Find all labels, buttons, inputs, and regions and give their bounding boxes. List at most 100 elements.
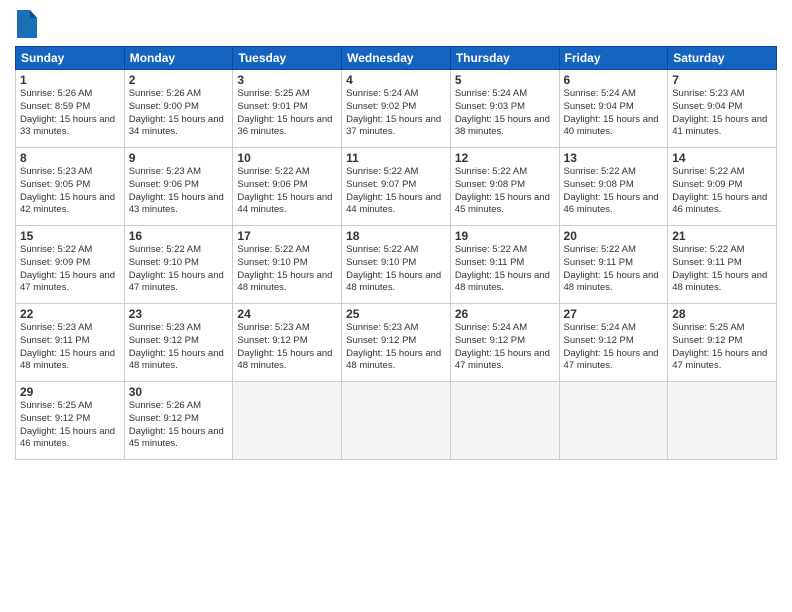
day-info: Sunrise: 5:25 AM Sunset: 9:12 PM Dayligh… [672, 322, 772, 373]
calendar-day-cell: 29 Sunrise: 5:25 AM Sunset: 9:12 PM Dayl… [16, 382, 125, 460]
calendar-week-row: 15 Sunrise: 5:22 AM Sunset: 9:09 PM Dayl… [16, 226, 777, 304]
calendar-day-cell: 6 Sunrise: 5:24 AM Sunset: 9:04 PM Dayli… [559, 70, 668, 148]
day-number: 22 [20, 307, 120, 321]
daylight-label: Daylight: 15 hours and 48 minutes. [20, 348, 115, 372]
sunset-label: Sunset: 9:10 PM [129, 257, 199, 268]
sunrise-label: Sunrise: 5:22 AM [672, 166, 744, 177]
sunset-label: Sunset: 9:12 PM [20, 413, 90, 424]
sunrise-label: Sunrise: 5:22 AM [346, 166, 418, 177]
calendar-day-cell [559, 382, 668, 460]
day-number: 5 [455, 73, 555, 87]
daylight-label: Daylight: 15 hours and 44 minutes. [346, 192, 441, 216]
day-info: Sunrise: 5:23 AM Sunset: 9:12 PM Dayligh… [346, 322, 446, 373]
day-info: Sunrise: 5:23 AM Sunset: 9:05 PM Dayligh… [20, 166, 120, 217]
calendar-day-cell: 30 Sunrise: 5:26 AM Sunset: 9:12 PM Dayl… [124, 382, 233, 460]
daylight-label: Daylight: 15 hours and 37 minutes. [346, 114, 441, 138]
daylight-label: Daylight: 15 hours and 48 minutes. [455, 270, 550, 294]
day-info: Sunrise: 5:22 AM Sunset: 9:11 PM Dayligh… [672, 244, 772, 295]
sunset-label: Sunset: 8:59 PM [20, 101, 90, 112]
weekday-header: Sunday [16, 47, 125, 70]
sunrise-label: Sunrise: 5:24 AM [346, 88, 418, 99]
day-info: Sunrise: 5:24 AM Sunset: 9:04 PM Dayligh… [564, 88, 664, 139]
day-number: 4 [346, 73, 446, 87]
daylight-label: Daylight: 15 hours and 48 minutes. [346, 270, 441, 294]
daylight-label: Daylight: 15 hours and 47 minutes. [20, 270, 115, 294]
day-number: 2 [129, 73, 229, 87]
daylight-label: Daylight: 15 hours and 48 minutes. [237, 348, 332, 372]
day-number: 16 [129, 229, 229, 243]
daylight-label: Daylight: 15 hours and 41 minutes. [672, 114, 767, 138]
calendar-day-cell: 16 Sunrise: 5:22 AM Sunset: 9:10 PM Dayl… [124, 226, 233, 304]
sunrise-label: Sunrise: 5:22 AM [20, 244, 92, 255]
daylight-label: Daylight: 15 hours and 48 minutes. [129, 348, 224, 372]
day-info: Sunrise: 5:22 AM Sunset: 9:09 PM Dayligh… [20, 244, 120, 295]
calendar-day-cell: 3 Sunrise: 5:25 AM Sunset: 9:01 PM Dayli… [233, 70, 342, 148]
calendar-day-cell: 18 Sunrise: 5:22 AM Sunset: 9:10 PM Dayl… [342, 226, 451, 304]
day-number: 26 [455, 307, 555, 321]
calendar-day-cell: 11 Sunrise: 5:22 AM Sunset: 9:07 PM Dayl… [342, 148, 451, 226]
calendar-day-cell: 20 Sunrise: 5:22 AM Sunset: 9:11 PM Dayl… [559, 226, 668, 304]
calendar-week-row: 29 Sunrise: 5:25 AM Sunset: 9:12 PM Dayl… [16, 382, 777, 460]
sunrise-label: Sunrise: 5:22 AM [564, 166, 636, 177]
sunrise-label: Sunrise: 5:22 AM [672, 244, 744, 255]
sunrise-label: Sunrise: 5:22 AM [237, 244, 309, 255]
day-number: 3 [237, 73, 337, 87]
calendar-day-cell [233, 382, 342, 460]
day-info: Sunrise: 5:22 AM Sunset: 9:07 PM Dayligh… [346, 166, 446, 217]
sunset-label: Sunset: 9:01 PM [237, 101, 307, 112]
sunset-label: Sunset: 9:12 PM [129, 413, 199, 424]
day-info: Sunrise: 5:23 AM Sunset: 9:12 PM Dayligh… [237, 322, 337, 373]
sunrise-label: Sunrise: 5:23 AM [20, 166, 92, 177]
day-number: 7 [672, 73, 772, 87]
weekday-header: Monday [124, 47, 233, 70]
day-number: 13 [564, 151, 664, 165]
sunrise-label: Sunrise: 5:24 AM [455, 322, 527, 333]
day-number: 23 [129, 307, 229, 321]
sunset-label: Sunset: 9:11 PM [564, 257, 634, 268]
daylight-label: Daylight: 15 hours and 44 minutes. [237, 192, 332, 216]
day-number: 11 [346, 151, 446, 165]
day-number: 21 [672, 229, 772, 243]
sunset-label: Sunset: 9:08 PM [455, 179, 525, 190]
daylight-label: Daylight: 15 hours and 36 minutes. [237, 114, 332, 138]
calendar-week-row: 8 Sunrise: 5:23 AM Sunset: 9:05 PM Dayli… [16, 148, 777, 226]
sunrise-label: Sunrise: 5:22 AM [455, 244, 527, 255]
sunset-label: Sunset: 9:12 PM [129, 335, 199, 346]
daylight-label: Daylight: 15 hours and 48 minutes. [672, 270, 767, 294]
day-info: Sunrise: 5:22 AM Sunset: 9:10 PM Dayligh… [237, 244, 337, 295]
sunset-label: Sunset: 9:04 PM [564, 101, 634, 112]
weekday-row: SundayMondayTuesdayWednesdayThursdayFrid… [16, 47, 777, 70]
sunset-label: Sunset: 9:11 PM [672, 257, 742, 268]
sunrise-label: Sunrise: 5:23 AM [129, 166, 201, 177]
sunset-label: Sunset: 9:03 PM [455, 101, 525, 112]
daylight-label: Daylight: 15 hours and 47 minutes. [672, 348, 767, 372]
sunset-label: Sunset: 9:09 PM [20, 257, 90, 268]
calendar-body: 1 Sunrise: 5:26 AM Sunset: 8:59 PM Dayli… [16, 70, 777, 460]
day-number: 28 [672, 307, 772, 321]
day-info: Sunrise: 5:24 AM Sunset: 9:02 PM Dayligh… [346, 88, 446, 139]
sunset-label: Sunset: 9:06 PM [237, 179, 307, 190]
day-info: Sunrise: 5:24 AM Sunset: 9:12 PM Dayligh… [564, 322, 664, 373]
day-number: 19 [455, 229, 555, 243]
calendar-page: SundayMondayTuesdayWednesdayThursdayFrid… [0, 0, 792, 612]
day-info: Sunrise: 5:23 AM Sunset: 9:11 PM Dayligh… [20, 322, 120, 373]
day-number: 10 [237, 151, 337, 165]
day-info: Sunrise: 5:22 AM Sunset: 9:09 PM Dayligh… [672, 166, 772, 217]
day-info: Sunrise: 5:22 AM Sunset: 9:08 PM Dayligh… [564, 166, 664, 217]
daylight-label: Daylight: 15 hours and 42 minutes. [20, 192, 115, 216]
calendar-day-cell: 12 Sunrise: 5:22 AM Sunset: 9:08 PM Dayl… [450, 148, 559, 226]
calendar-day-cell [342, 382, 451, 460]
day-number: 9 [129, 151, 229, 165]
calendar-day-cell: 27 Sunrise: 5:24 AM Sunset: 9:12 PM Dayl… [559, 304, 668, 382]
calendar-header: SundayMondayTuesdayWednesdayThursdayFrid… [16, 47, 777, 70]
sunrise-label: Sunrise: 5:23 AM [129, 322, 201, 333]
sunset-label: Sunset: 9:02 PM [346, 101, 416, 112]
sunset-label: Sunset: 9:10 PM [237, 257, 307, 268]
day-info: Sunrise: 5:23 AM Sunset: 9:04 PM Dayligh… [672, 88, 772, 139]
calendar-day-cell: 25 Sunrise: 5:23 AM Sunset: 9:12 PM Dayl… [342, 304, 451, 382]
calendar-day-cell: 19 Sunrise: 5:22 AM Sunset: 9:11 PM Dayl… [450, 226, 559, 304]
daylight-label: Daylight: 15 hours and 34 minutes. [129, 114, 224, 138]
day-number: 15 [20, 229, 120, 243]
day-info: Sunrise: 5:22 AM Sunset: 9:08 PM Dayligh… [455, 166, 555, 217]
calendar-day-cell [450, 382, 559, 460]
